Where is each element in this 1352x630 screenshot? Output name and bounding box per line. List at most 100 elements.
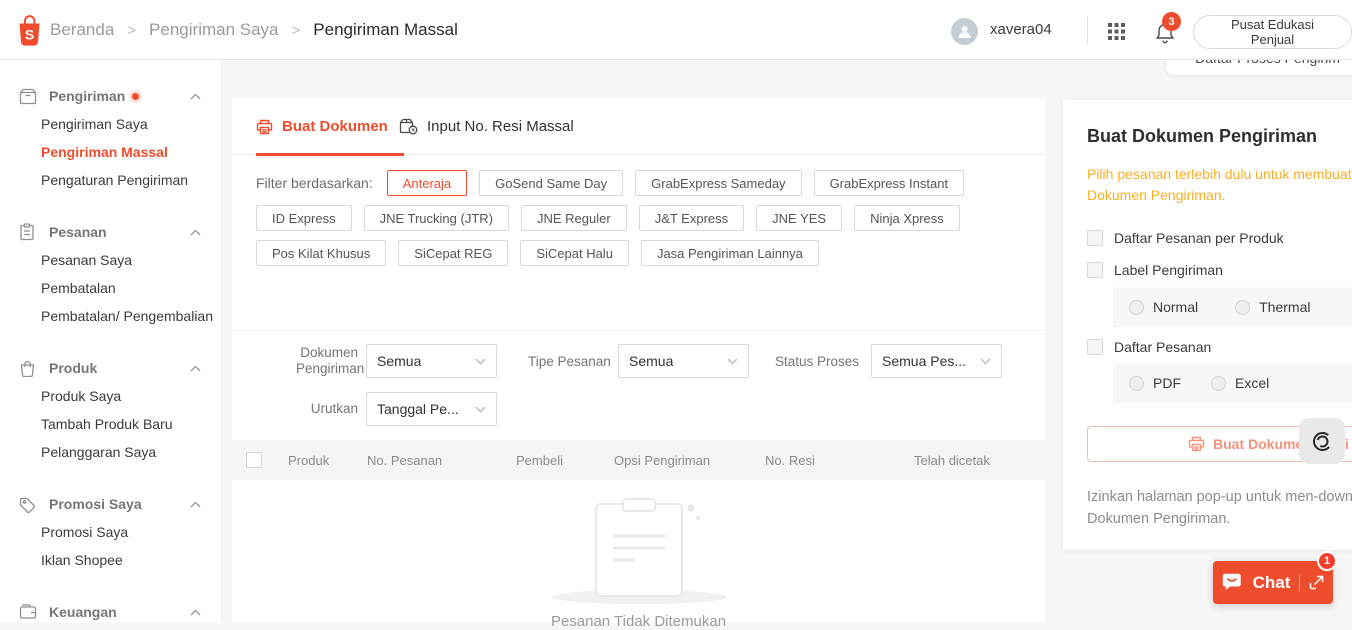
sidebar-item-pembatalan-pengembalian[interactable]: Pembatalan/ Pengembalian <box>0 302 221 330</box>
chevron-down-icon <box>980 358 991 364</box>
option-label: Daftar Pesanan <box>1114 339 1212 355</box>
chat-button[interactable]: Chat 1 <box>1213 551 1337 604</box>
chip-jnt-express[interactable]: J&T Express <box>638 205 745 231</box>
panel-title: Buat Dokumen Pengiriman <box>1087 126 1318 146</box>
chevron-up-icon <box>190 365 201 372</box>
chat-label: Chat <box>1252 572 1291 592</box>
option-daftar-pesanan[interactable]: Daftar Pesanan <box>1087 339 1211 355</box>
popup-note-line1: Izinkan halaman pop-up untuk men-downlo <box>1087 489 1352 505</box>
chip-grabexpress-sameday[interactable]: GrabExpress Sameday <box>635 170 802 196</box>
sidebar: Pengiriman Pengiriman Saya Pengiriman Ma… <box>0 60 222 623</box>
chip-sicepat-halu[interactable]: SiCepat Halu <box>520 240 629 266</box>
notification-badge: 3 <box>1162 12 1181 31</box>
tag-icon <box>19 496 37 513</box>
radio-label-pdf[interactable]: PDF <box>1153 375 1181 391</box>
create-document-panel: Buat Dokumen Pengiriman Pilih pesanan te… <box>1063 100 1352 550</box>
empty-clipboard-icon <box>550 498 727 604</box>
sidebar-item-pengaturan-pengiriman[interactable]: Pengaturan Pengiriman <box>0 166 221 194</box>
panel-warning-line2: Dokumen Pengiriman. <box>1087 187 1226 203</box>
sidebar-section-header-pengiriman[interactable]: Pengiriman <box>0 82 221 110</box>
checkbox[interactable] <box>1087 262 1103 278</box>
breadcrumb-pengiriman-saya[interactable]: Pengiriman Saya <box>149 20 278 40</box>
shopee-seller-center-page: { "colors": { "accent": "#ee4d2d", "warn… <box>0 0 1352 630</box>
tipe-pesanan-select[interactable]: Semua <box>618 344 749 378</box>
header: S Beranda > Pengiriman Saya > Pengiriman… <box>0 0 1352 60</box>
panel-warning-line1: Pilih pesanan terlebih dulu untuk membua… <box>1087 166 1352 182</box>
select-value: Semua <box>629 353 674 369</box>
package-icon <box>19 88 37 105</box>
urutkan-select[interactable]: Tanggal Pe... <box>366 392 497 426</box>
radio-label-thermal[interactable]: Thermal <box>1259 299 1310 315</box>
username[interactable]: xavera04 <box>990 21 1052 38</box>
tab-buat-dokumen[interactable]: Buat Dokumen <box>256 98 404 156</box>
select-value: Semua <box>377 353 422 369</box>
shopee-logo-letter: S <box>25 27 34 43</box>
sidebar-section-header-promosi[interactable]: Promosi Saya <box>0 490 221 518</box>
sidebar-item-pembatalan[interactable]: Pembatalan <box>0 274 221 302</box>
checkbox[interactable] <box>1087 230 1103 246</box>
main-card: Buat Dokumen Input No. Resi Massal Filte… <box>232 98 1045 630</box>
sidebar-item-pengiriman-saya[interactable]: Pengiriman Saya <box>0 110 221 138</box>
dokumen-pengiriman-label: Dokumen Pengiriman <box>296 345 365 376</box>
chevron-down-icon <box>475 406 486 412</box>
apps-grid-icon[interactable] <box>1108 23 1125 45</box>
breadcrumb-beranda[interactable]: Beranda <box>50 20 114 40</box>
chip-jne-trucking[interactable]: JNE Trucking (JTR) <box>363 205 509 231</box>
sidebar-section-header-pesanan[interactable]: Pesanan <box>0 218 221 246</box>
chip-jasa-pengiriman-lainnya[interactable]: Jasa Pengiriman Lainnya <box>640 240 819 266</box>
radio-thermal[interactable] <box>1235 299 1251 315</box>
empty-state-text: Pesanan Tidak Ditemukan <box>550 613 727 630</box>
popout-icon[interactable] <box>1309 575 1324 590</box>
sidebar-section-label: Pengiriman <box>49 88 126 104</box>
shopee-logo[interactable]: S <box>16 14 43 47</box>
column-header-no-resi: No. Resi <box>765 453 815 468</box>
option-daftar-pesanan-per-produk[interactable]: Daftar Pesanan per Produk <box>1087 230 1284 246</box>
sidebar-item-pesanan-saya[interactable]: Pesanan Saya <box>0 246 221 274</box>
column-header-telah-dicetak: Telah dicetak <box>914 453 990 468</box>
panel-warning-text: Pilih pesanan terlebih dulu untuk membua… <box>1087 164 1352 206</box>
chip-sicepat-reg[interactable]: SiCepat REG <box>398 240 509 266</box>
breadcrumb-current-page: Pengiriman Massal <box>313 20 458 39</box>
radio-normal[interactable] <box>1129 299 1144 315</box>
chip-id-express[interactable]: ID Express <box>256 205 352 231</box>
sidebar-section-header-keuangan[interactable]: Keuangan <box>0 598 221 626</box>
column-header-opsi-pengiriman: Opsi Pengiriman <box>614 453 711 468</box>
checkbox[interactable] <box>1087 339 1103 355</box>
sidebar-item-pelanggaran-saya[interactable]: Pelanggaran Saya <box>0 438 221 466</box>
sidebar-section-header-produk[interactable]: Produk <box>0 354 221 382</box>
breadcrumb: Beranda > Pengiriman Saya > Pengiriman M… <box>50 0 458 60</box>
select-all-checkbox[interactable] <box>246 452 262 468</box>
label-pengiriman-format-options: Normal Thermal <box>1113 287 1352 327</box>
breadcrumb-separator: > <box>291 21 301 39</box>
status-proses-select[interactable]: Semua Pes... <box>871 344 1002 378</box>
radio-label-normal[interactable]: Normal <box>1153 299 1198 315</box>
tab-bar: Buat Dokumen Input No. Resi Massal <box>232 98 1045 156</box>
sidebar-item-iklan-shopee[interactable]: Iklan Shopee <box>0 546 221 574</box>
sidebar-item-produk-saya[interactable]: Produk Saya <box>0 382 221 410</box>
tab-input-no-resi-massal[interactable]: Input No. Resi Massal <box>399 98 574 155</box>
urutkan-label: Urutkan <box>310 401 358 416</box>
chip-jne-yes[interactable]: JNE YES <box>756 205 843 231</box>
sidebar-section-label: Produk <box>49 360 98 376</box>
sidebar-item-promosi-saya[interactable]: Promosi Saya <box>0 518 221 546</box>
avatar-icon <box>958 26 971 38</box>
option-label-pengiriman[interactable]: Label Pengiriman <box>1087 262 1223 278</box>
printer-icon <box>1188 436 1205 452</box>
chip-grabexpress-instant[interactable]: GrabExpress Instant <box>813 170 965 196</box>
education-center-button[interactable]: Pusat Edukasi Penjual <box>1193 15 1352 49</box>
chip-anteraja[interactable]: Anteraja <box>386 170 468 196</box>
sidebar-item-pengiriman-massal[interactable]: Pengiriman Massal <box>0 138 221 166</box>
dokumen-pengiriman-select[interactable]: Semua <box>366 344 497 378</box>
daftar-pesanan-format-options: PDF Excel <box>1113 363 1352 403</box>
sidebar-item-tambah-produk-baru[interactable]: Tambah Produk Baru <box>0 410 221 438</box>
chip-pos-kilat-khusus[interactable]: Pos Kilat Khusus <box>256 240 387 266</box>
popup-note-line2: Dokumen Pengiriman. <box>1087 511 1231 527</box>
radio-pdf[interactable] <box>1129 375 1144 391</box>
chip-ninja-xpress[interactable]: Ninja Xpress <box>854 205 960 231</box>
chip-jne-reguler[interactable]: JNE Reguler <box>520 205 627 231</box>
breadcrumb-separator: > <box>127 21 137 39</box>
radio-excel[interactable] <box>1211 375 1226 391</box>
radio-label-excel[interactable]: Excel <box>1235 375 1269 391</box>
chip-gosend-same-day[interactable]: GoSend Same Day <box>479 170 624 196</box>
user-avatar[interactable] <box>951 18 978 45</box>
